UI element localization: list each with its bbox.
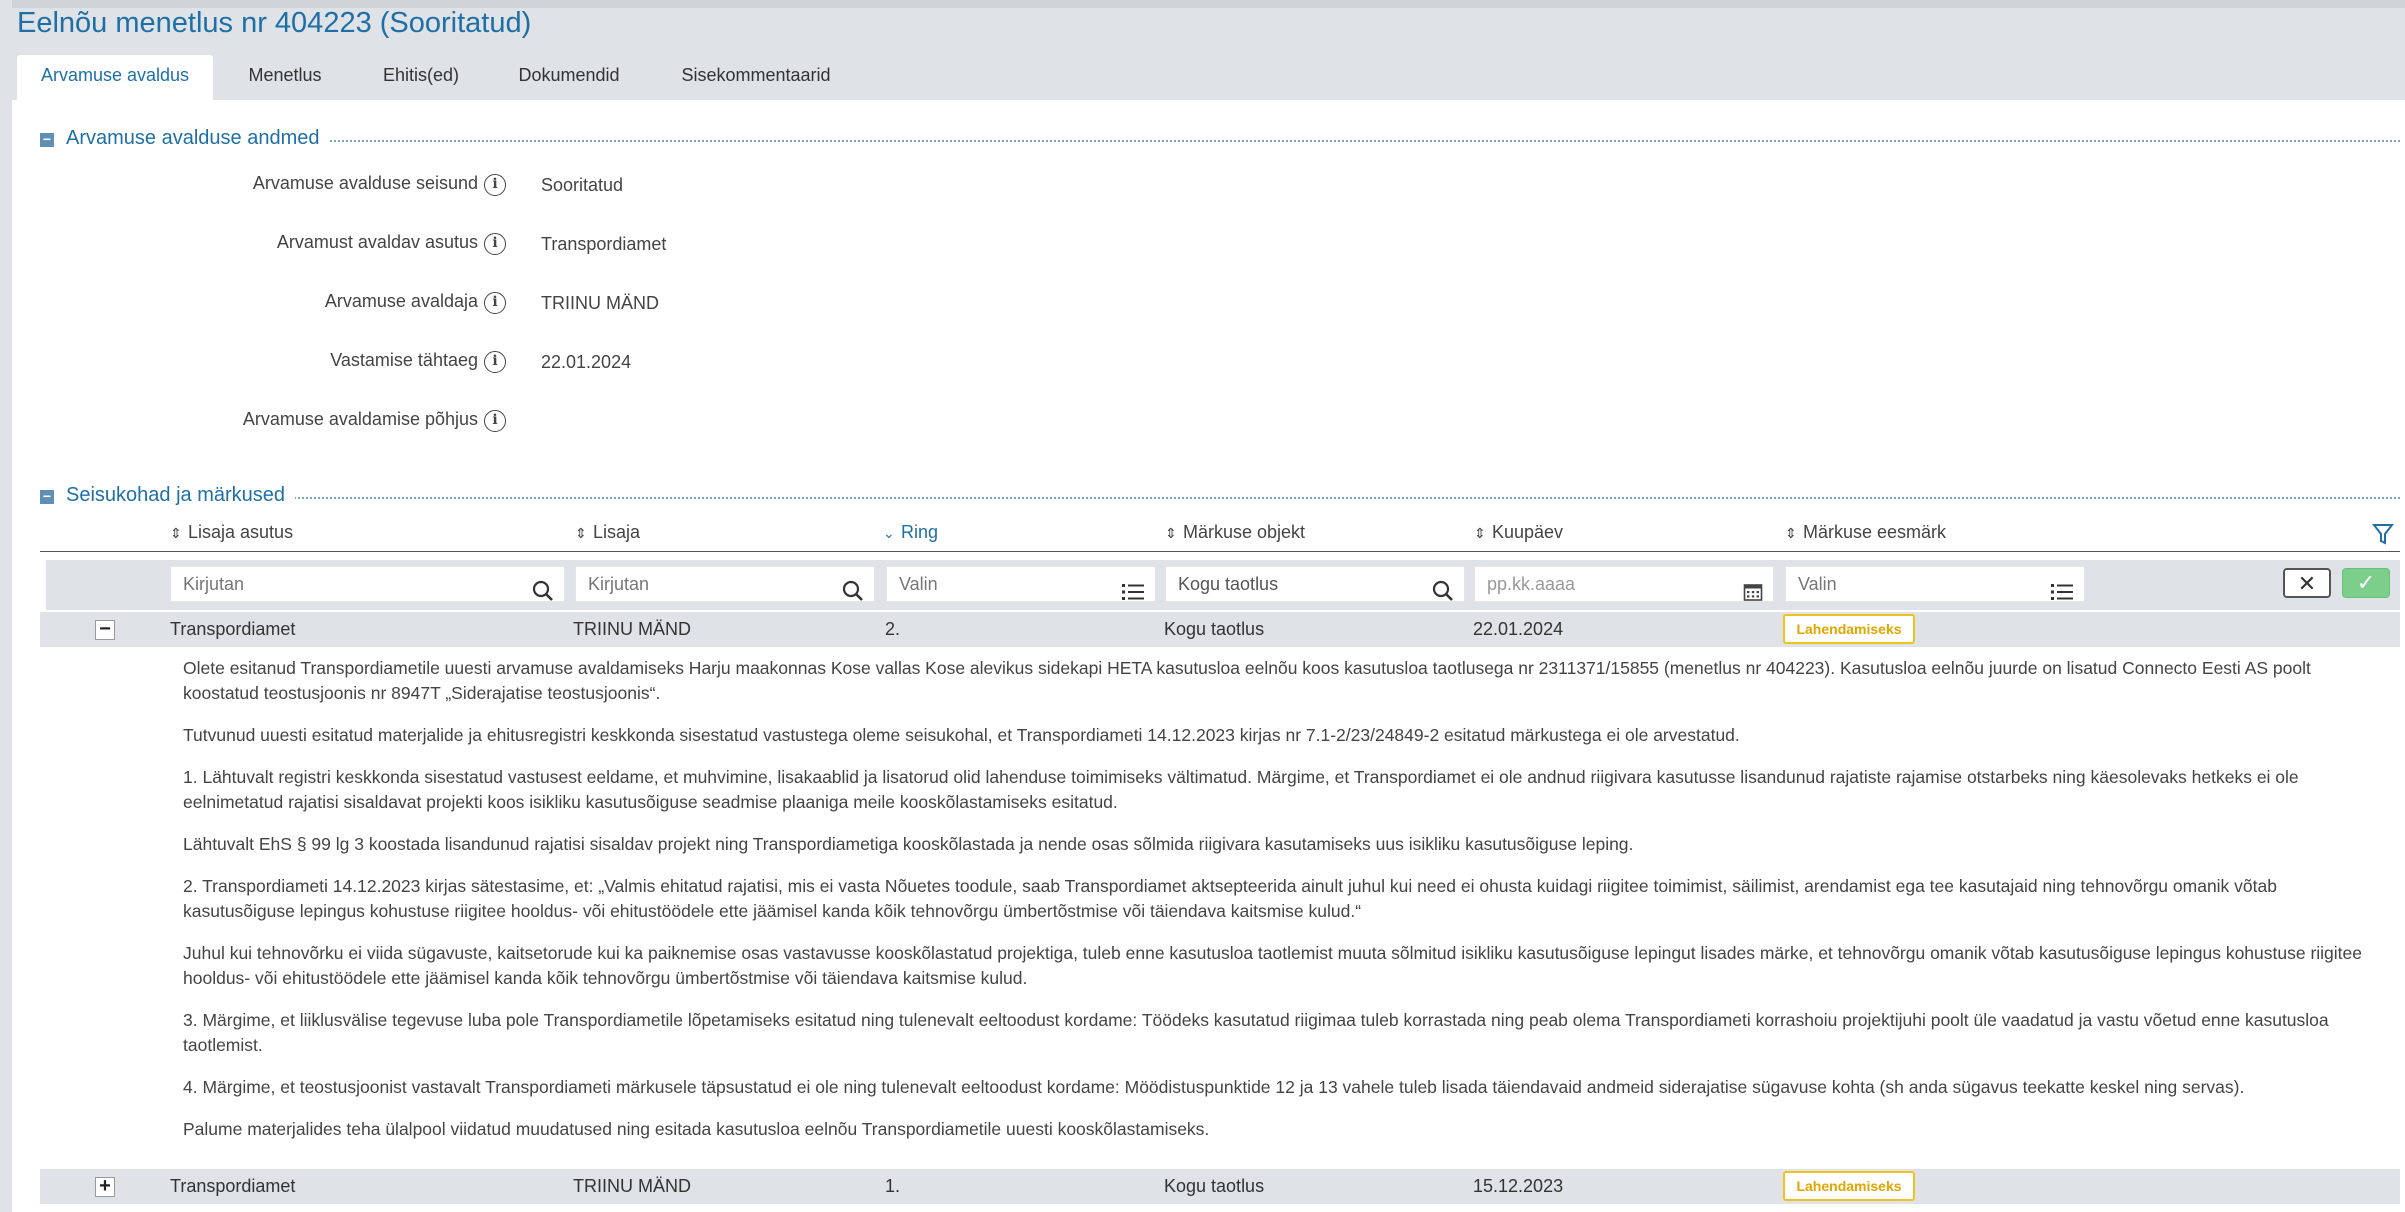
status-badge: Lahendamiseks [1783, 1171, 1915, 1201]
filter-markuse-eesmark-select[interactable]: Valin [1785, 566, 2085, 602]
table-header-divider [40, 551, 2400, 552]
input-value: Kogu taotlus [1178, 574, 1279, 594]
cell-objekt: Kogu taotlus [1164, 1176, 1265, 1196]
column-header-lisaja-asutus[interactable]: ⇕ Lisaja asutus [170, 522, 293, 543]
clear-filter-button[interactable]: ✕ [2283, 568, 2331, 598]
info-icon[interactable]: i [484, 233, 506, 255]
filter-lisaja-asutus-input[interactable]: Kirjutan [170, 566, 565, 602]
filter-ring-select[interactable]: Valin [886, 566, 1156, 602]
cell-lisaja: TRIINU MÄND [573, 1176, 691, 1196]
search-icon[interactable] [842, 574, 864, 608]
column-header-lisaja[interactable]: ⇕ Lisaja [575, 522, 640, 543]
list-icon[interactable] [2050, 575, 2074, 609]
section-title: Seisukohad ja märkused [66, 484, 296, 507]
collapse-row-button[interactable]: − [95, 619, 115, 640]
field-value: Sooritatud [541, 175, 624, 195]
comment-paragraph: Palume materjalides teha ülalpool viidat… [183, 1119, 1210, 1139]
comment-paragraph: Juhul kui tehnovõrku ei viida sügavuste,… [183, 943, 2363, 988]
cell-ring: 2. [885, 619, 901, 639]
cell-asutus: Transpordiamet [170, 1176, 296, 1196]
expand-row-button[interactable]: + [95, 1176, 115, 1197]
check-icon: ✓ [2356, 570, 2376, 595]
apply-filter-button[interactable]: ✓ [2342, 568, 2390, 598]
table-row[interactable]: − Transpordiamet TRIINU MÄND 2. Kogu tao… [40, 612, 2400, 647]
sort-icon: ⇕ [1785, 525, 1797, 541]
table-row[interactable]: + Transpordiamet TRIINU MÄND 1. Kogu tao… [40, 1169, 2400, 1204]
column-label: Märkuse objekt [1183, 522, 1306, 542]
section-seisukohad-ja-markused: − Seisukohad ja märkused [40, 484, 2400, 508]
sort-icon: ⌄ [883, 525, 895, 541]
status-badge: Lahendamiseks [1783, 614, 1915, 644]
comment-paragraph: Lähtuvalt EhS § 99 lg 3 koostada lisandu… [183, 834, 1634, 854]
comment-paragraph: 4. Märgime, et teostusjoonist vastavalt … [183, 1077, 2245, 1097]
sort-icon: ⇕ [170, 525, 182, 541]
close-icon: ✕ [2297, 571, 2317, 596]
comment-paragraph: 3. Märgime, et liiklusvälise tegevuse lu… [183, 1010, 2329, 1055]
field-label: Arvamuse avalduse seisund [252, 173, 478, 193]
search-icon[interactable] [532, 574, 554, 608]
column-label: Märkuse eesmärk [1803, 522, 1947, 542]
field-label: Arvamuse avaldamise põhjus [242, 409, 478, 429]
comment-paragraph: Tutvunud uuesti esitatud materjalide ja … [183, 725, 1740, 745]
field-label: Arvamuse avaldaja [324, 291, 478, 311]
tab-ehitised[interactable]: Ehitis(ed) [363, 55, 479, 101]
section-divider [66, 497, 2400, 499]
comment-paragraph: 1. Lähtuvalt registri keskkonda sisestat… [183, 767, 2299, 812]
comment-paragraph: 2. Transpordiameti 14.12.2023 kirjas sät… [183, 876, 2277, 921]
placeholder: Kirjutan [183, 574, 245, 594]
section-arvamuse-avalduse-andmed: − Arvamuse avalduse andmed [40, 127, 2400, 151]
tab-menetlus[interactable]: Menetlus [220, 55, 350, 101]
collapse-icon[interactable]: − [40, 489, 54, 504]
field-value: Transpordiamet [541, 234, 667, 254]
sort-icon: ⇕ [1165, 525, 1177, 541]
cell-ring: 1. [885, 1176, 901, 1196]
collapse-icon[interactable]: − [40, 132, 54, 147]
cell-lisaja: TRIINU MÄND [573, 619, 691, 639]
info-icon[interactable]: i [484, 292, 506, 314]
comment-paragraph: Olete esitanud Transpordiametile uuesti … [183, 658, 2311, 703]
column-header-kuupaev[interactable]: ⇕ Kuupäev [1474, 522, 1563, 543]
column-header-markuse-objekt[interactable]: ⇕ Märkuse objekt [1165, 522, 1305, 543]
section-title: Arvamuse avalduse andmed [66, 127, 330, 150]
info-icon[interactable]: i [484, 174, 506, 196]
field-value: 22.01.2024 [541, 352, 632, 372]
placeholder: pp.kk.aaaa [1487, 574, 1576, 594]
cell-kuupaev: 22.01.2024 [1473, 619, 1564, 639]
section-divider [66, 140, 2400, 142]
placeholder: Kirjutan [588, 574, 650, 594]
info-icon[interactable]: i [484, 351, 506, 373]
page-title: Eelnõu menetlus nr 404223 (Sooritatud) [17, 7, 532, 39]
placeholder: Valin [1798, 574, 1837, 594]
field-label: Vastamise tähtaeg [330, 350, 478, 370]
cell-objekt: Kogu taotlus [1164, 619, 1265, 639]
cell-kuupaev: 15.12.2023 [1473, 1176, 1564, 1196]
row-detail-comment: Olete esitanud Transpordiametile uuesti … [183, 656, 2383, 1159]
column-label: Kuupäev [1492, 522, 1564, 542]
tab-arvamuse-avaldus[interactable]: Arvamuse avaldus [17, 55, 213, 101]
column-header-ring[interactable]: ⌄ Ring [883, 522, 938, 543]
column-header-markuse-eesmark[interactable]: ⇕ Märkuse eesmärk [1785, 522, 1946, 543]
filter-lisaja-input[interactable]: Kirjutan [575, 566, 875, 602]
sort-icon: ⇕ [575, 525, 587, 541]
filter-markuse-objekt-input[interactable]: Kogu taotlus [1165, 566, 1465, 602]
filter-kuupaev-input[interactable]: pp.kk.aaaa [1474, 566, 1774, 602]
search-icon[interactable] [1432, 574, 1454, 608]
calendar-icon[interactable] [1743, 575, 1763, 609]
field-value: TRIINU MÄND [541, 293, 659, 313]
column-label: Ring [901, 522, 939, 542]
tab-sisekommentaarid[interactable]: Sisekommentaarid [666, 55, 846, 101]
placeholder: Valin [899, 574, 938, 594]
column-label: Lisaja [593, 522, 641, 542]
list-icon[interactable] [1121, 575, 1145, 609]
info-icon[interactable]: i [484, 410, 506, 432]
filter-icon[interactable] [2372, 522, 2394, 546]
column-label: Lisaja asutus [188, 522, 294, 542]
cell-asutus: Transpordiamet [170, 619, 296, 639]
tab-dokumendid[interactable]: Dokumendid [503, 55, 635, 101]
sort-icon: ⇕ [1474, 525, 1486, 541]
field-label: Arvamust avaldav asutus [276, 232, 478, 252]
